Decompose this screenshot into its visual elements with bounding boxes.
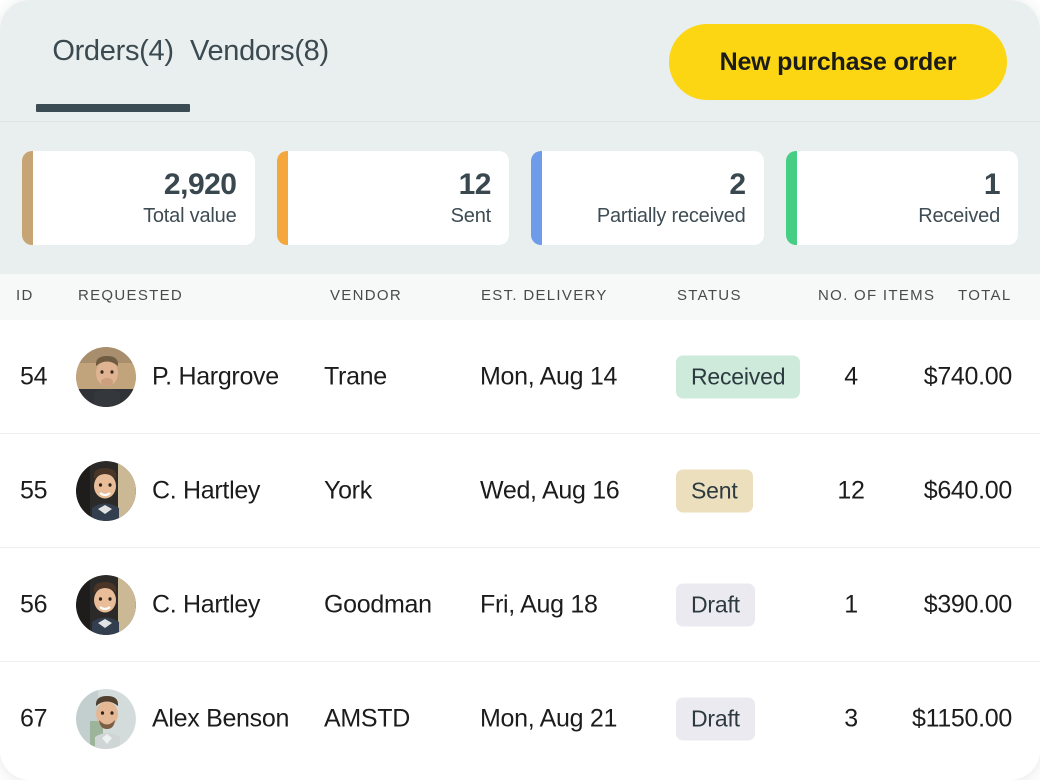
avatar xyxy=(76,461,136,521)
avatar xyxy=(76,689,136,749)
cell-id: 67 xyxy=(20,705,68,734)
cell-items: 12 xyxy=(820,476,882,505)
cell-total: $640.00 xyxy=(924,476,1012,505)
avatar xyxy=(76,347,136,407)
column-header-requested[interactable]: REQUESTED xyxy=(78,287,183,304)
cell-id: 56 xyxy=(20,590,68,619)
stat-value: 12 xyxy=(459,168,491,202)
cell-vendor: Goodman xyxy=(324,590,432,619)
cell-id: 54 xyxy=(20,362,68,391)
status-badge: Sent xyxy=(676,469,753,512)
table-row[interactable]: 54 xyxy=(0,320,1040,434)
cell-delivery: Mon, Aug 14 xyxy=(480,362,617,391)
tab-vendors[interactable]: Vendors(8) xyxy=(190,34,329,68)
table-row[interactable]: 56 xyxy=(0,548,1040,662)
cell-delivery: Mon, Aug 21 xyxy=(480,705,617,734)
cell-items: 4 xyxy=(820,362,882,391)
cell-total: $1150.00 xyxy=(912,705,1012,734)
stat-card-total-value[interactable]: 2,920 Total value xyxy=(22,151,255,245)
column-header-id[interactable]: ID xyxy=(16,287,34,304)
cell-delivery: Wed, Aug 16 xyxy=(480,476,619,505)
stat-accent-bar xyxy=(22,151,33,245)
cell-requested: C. Hartley xyxy=(152,590,260,619)
stats-strip: 2,920 Total value 12 Sent 2 Partially re… xyxy=(0,122,1040,274)
column-header-vendor[interactable]: VENDOR xyxy=(330,287,402,304)
new-purchase-order-button[interactable]: New purchase order xyxy=(669,24,1007,100)
table-body: 54 xyxy=(0,320,1040,776)
cell-items: 3 xyxy=(820,705,882,734)
table-row[interactable]: 55 xyxy=(0,434,1040,548)
status-badge: Received xyxy=(676,355,800,398)
active-tab-indicator xyxy=(36,104,190,112)
top-tab-bar: Orders(4) Vendors(8) New purchase order xyxy=(0,0,1040,122)
stat-value: 2,920 xyxy=(164,168,237,202)
cell-total: $390.00 xyxy=(924,590,1012,619)
stat-label: Partially received xyxy=(597,203,746,229)
cell-status: Sent xyxy=(676,469,753,512)
stat-card-sent[interactable]: 12 Sent xyxy=(277,151,510,245)
cell-status: Draft xyxy=(676,583,755,626)
cell-vendor: Trane xyxy=(324,362,387,391)
cell-total: $740.00 xyxy=(924,362,1012,391)
stat-label: Sent xyxy=(451,203,491,229)
cell-requested: C. Hartley xyxy=(152,476,260,505)
stat-accent-bar xyxy=(277,151,288,245)
stat-value: 1 xyxy=(984,168,1000,202)
stat-label: Received xyxy=(918,203,1000,229)
app-root: Orders(4) Vendors(8) New purchase order … xyxy=(0,0,1040,780)
stat-accent-bar xyxy=(531,151,542,245)
tab-list: Orders(4) Vendors(8) xyxy=(36,34,329,68)
cell-vendor: York xyxy=(324,476,372,505)
cell-requested: P. Hargrove xyxy=(152,362,279,391)
cell-requested: Alex Benson xyxy=(152,705,289,734)
table-row[interactable]: 67 xyxy=(0,662,1040,776)
cell-id: 55 xyxy=(20,476,68,505)
cell-delivery: Fri, Aug 18 xyxy=(480,590,598,619)
status-badge: Draft xyxy=(676,583,755,626)
cell-vendor: AMSTD xyxy=(324,705,410,734)
stat-value: 2 xyxy=(729,168,745,202)
orders-panel: Orders(4) Vendors(8) New purchase order … xyxy=(0,0,1040,780)
cell-items: 1 xyxy=(820,590,882,619)
column-header-items[interactable]: NO. OF ITEMS xyxy=(818,287,935,304)
stat-card-received[interactable]: 1 Received xyxy=(786,151,1019,245)
stat-accent-bar xyxy=(786,151,797,245)
stat-label: Total value xyxy=(143,203,236,229)
tab-orders[interactable]: Orders(4) xyxy=(36,34,190,68)
status-badge: Draft xyxy=(676,698,755,741)
column-header-total[interactable]: TOTAL xyxy=(958,287,1011,304)
column-header-status[interactable]: STATUS xyxy=(677,287,742,304)
cell-status: Draft xyxy=(676,698,755,741)
table-header-row: ID REQUESTED VENDOR EST. DELIVERY STATUS… xyxy=(0,274,1040,320)
stat-card-partially-received[interactable]: 2 Partially received xyxy=(531,151,764,245)
cell-status: Received xyxy=(676,355,800,398)
column-header-delivery[interactable]: EST. DELIVERY xyxy=(481,287,608,304)
avatar xyxy=(76,575,136,635)
